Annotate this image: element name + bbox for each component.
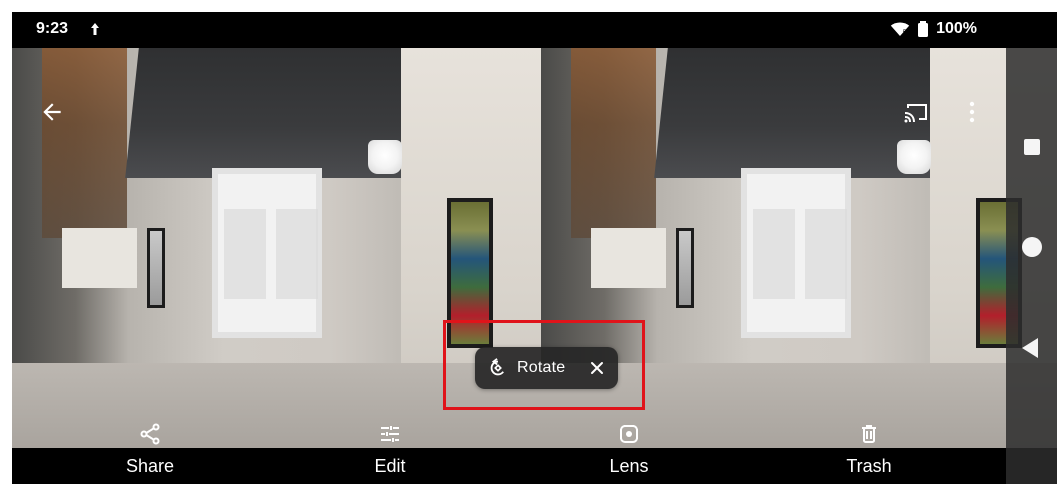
upload-icon (90, 22, 100, 36)
tune-icon (378, 422, 402, 446)
close-icon[interactable] (588, 359, 606, 377)
lens-label: Lens (609, 456, 649, 476)
battery-icon (918, 21, 929, 37)
status-bar: 9:23 5 100% (12, 12, 1057, 48)
photo-small-frame (676, 228, 694, 308)
rotate-icon (487, 357, 509, 379)
share-label: Share (125, 456, 175, 476)
status-time: 9:23 (36, 20, 69, 37)
photo-cabinet (62, 228, 137, 288)
edit-button[interactable]: Edit (330, 422, 450, 484)
share-button[interactable]: Share (90, 422, 210, 484)
svg-text:5: 5 (903, 30, 907, 36)
more-options-button[interactable] (962, 96, 982, 128)
lens-icon (617, 422, 641, 446)
photo-shelves (42, 48, 127, 238)
lens-button[interactable]: Lens (569, 422, 689, 484)
photo-cabinet (591, 228, 666, 288)
photo-lamp (368, 140, 402, 174)
battery-percent: 100% (936, 20, 977, 37)
cast-button[interactable] (901, 96, 933, 128)
trash-label: Trash (846, 456, 892, 476)
trash-icon (857, 422, 881, 446)
photo-shelves (571, 48, 656, 238)
edit-label: Edit (374, 456, 406, 476)
status-right: 5 100% (890, 20, 977, 38)
back-icon[interactable] (1022, 338, 1038, 358)
cast-icon (904, 104, 927, 123)
recents-icon[interactable] (1024, 139, 1040, 155)
android-nav-rail (1006, 48, 1057, 484)
rotate-suggestion-chip[interactable]: Rotate (475, 347, 618, 389)
photo-door (741, 168, 851, 338)
trash-button[interactable]: Trash (809, 422, 929, 484)
photo-small-frame (147, 228, 165, 308)
wifi-icon: 5 (890, 21, 910, 37)
back-arrow-icon (43, 103, 61, 121)
rotate-label: Rotate (517, 359, 566, 376)
photo-lamp (897, 140, 931, 174)
share-icon (138, 422, 162, 446)
photo-door (212, 168, 322, 338)
more-vert-icon (969, 101, 975, 123)
home-icon[interactable] (1022, 237, 1042, 257)
back-button[interactable] (36, 96, 68, 128)
screen: 9:23 5 100% Rotate Share Edit Lens Trash (12, 12, 1057, 484)
